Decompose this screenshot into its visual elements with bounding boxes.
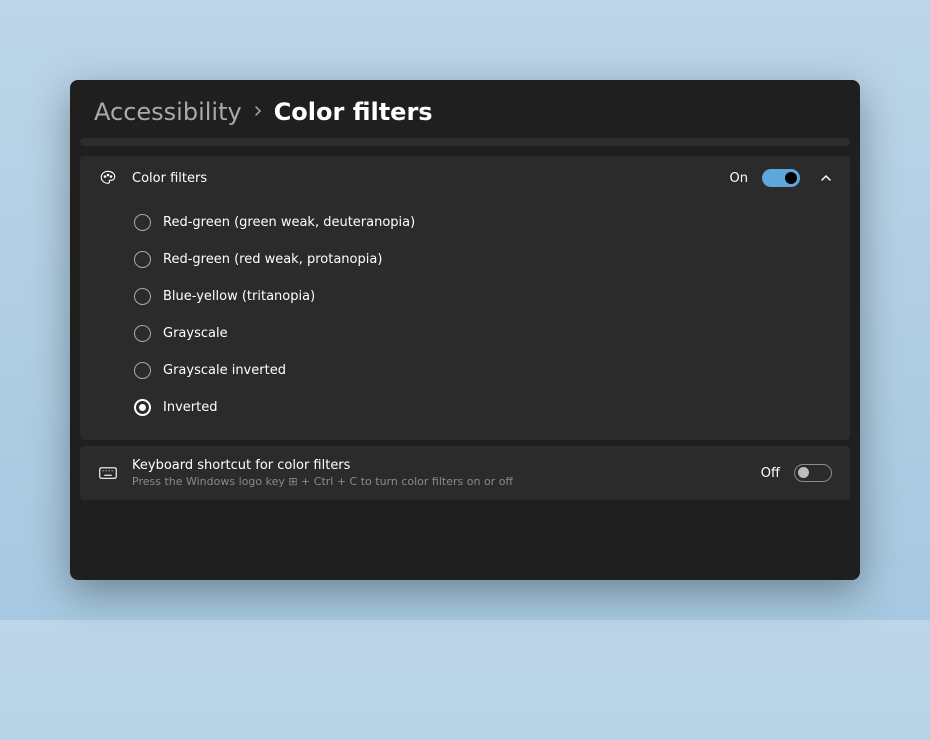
radio-label: Inverted	[163, 400, 217, 415]
radio-icon	[134, 214, 151, 231]
color-filters-title: Color filters	[132, 171, 716, 186]
radio-label: Red-green (green weak, deuteranopia)	[163, 215, 415, 230]
color-filters-header[interactable]: Color filters On	[80, 156, 850, 200]
color-filters-toggle-label: On	[730, 171, 748, 186]
keyboard-shortcut-card: Keyboard shortcut for color filters Pres…	[80, 446, 850, 500]
radio-icon	[134, 362, 151, 379]
settings-panel: Accessibility Color filters Color filter…	[70, 80, 860, 580]
radio-label: Grayscale inverted	[163, 363, 286, 378]
radio-option-tritanopia[interactable]: Blue-yellow (tritanopia)	[134, 278, 850, 315]
chevron-right-icon	[252, 102, 264, 122]
radio-icon	[134, 399, 151, 416]
radio-option-inverted[interactable]: Inverted	[134, 389, 850, 426]
keyboard-shortcut-toggle-label: Off	[761, 466, 780, 481]
keyboard-icon	[98, 463, 118, 483]
breadcrumb-parent[interactable]: Accessibility	[94, 98, 242, 126]
radio-label: Grayscale	[163, 326, 228, 341]
radio-icon	[134, 251, 151, 268]
spacer-bar	[80, 138, 850, 146]
color-filters-card: Color filters On Red-green (green weak, …	[80, 156, 850, 440]
radio-icon	[134, 325, 151, 342]
keyboard-shortcut-title: Keyboard shortcut for color filters	[132, 458, 747, 473]
radio-label: Blue-yellow (tritanopia)	[163, 289, 315, 304]
breadcrumb: Accessibility Color filters	[70, 80, 860, 138]
radio-option-grayscale-inverted[interactable]: Grayscale inverted	[134, 352, 850, 389]
radio-icon	[134, 288, 151, 305]
keyboard-shortcut-header[interactable]: Keyboard shortcut for color filters Pres…	[80, 446, 850, 500]
keyboard-shortcut-description: Press the Windows logo key ⊞ + Ctrl + C …	[132, 475, 747, 488]
radio-option-grayscale[interactable]: Grayscale	[134, 315, 850, 352]
palette-icon	[98, 168, 118, 188]
keyboard-shortcut-toggle[interactable]	[794, 464, 832, 482]
color-filter-options: Red-green (green weak, deuteranopia) Red…	[80, 200, 850, 440]
color-filters-toggle[interactable]	[762, 169, 800, 187]
radio-option-deuteranopia[interactable]: Red-green (green weak, deuteranopia)	[134, 204, 850, 241]
breadcrumb-current: Color filters	[274, 98, 433, 126]
radio-option-protanopia[interactable]: Red-green (red weak, protanopia)	[134, 241, 850, 278]
radio-label: Red-green (red weak, protanopia)	[163, 252, 382, 267]
chevron-up-icon[interactable]	[820, 172, 832, 184]
